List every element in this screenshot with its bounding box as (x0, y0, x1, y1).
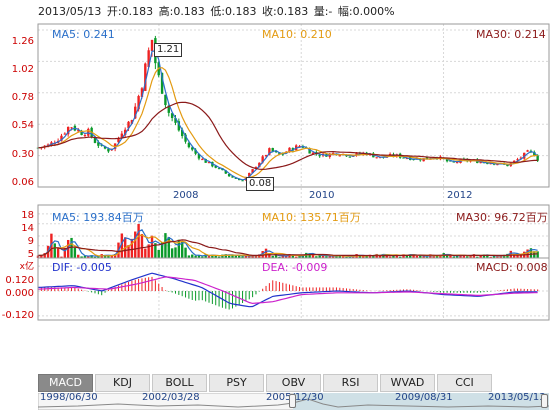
navigator-right-handle[interactable] (541, 394, 548, 408)
volume-bar (167, 237, 170, 258)
macd-value-label: MACD: 0.008 (476, 261, 548, 274)
candle-body (87, 128, 90, 136)
candle-body (526, 150, 529, 152)
macd-y-tick: -0.120 (1, 310, 34, 321)
macd-dif-label: DIF: -0.005 (52, 261, 112, 274)
volume-bar (53, 243, 56, 258)
navigator-date: 2013/05/13 (488, 392, 546, 403)
volume-bar (157, 249, 160, 258)
tab-macd[interactable]: MACD (38, 374, 93, 392)
volume-y-tick: 14 (21, 223, 34, 234)
macd-y-tick: 0.120 (5, 275, 34, 286)
macd-dea-line (37, 276, 538, 305)
price-ma5-label: MA5: 0.241 (52, 28, 115, 41)
volume-ma30-line (37, 239, 538, 257)
price-y-tick: 1.26 (11, 36, 34, 47)
candle-body (70, 127, 73, 129)
price-x-tick: 2010 (309, 190, 335, 201)
tab-obv[interactable]: OBV (266, 374, 321, 392)
macd-lines (37, 272, 538, 308)
volume-ma5-line (37, 229, 538, 258)
price-ma30-label: MA30: 0.214 (476, 28, 546, 41)
price-moving-averages (37, 50, 539, 181)
price-ma10-label: MA10: 0.210 (262, 28, 332, 41)
navigator-date: 2002/03/28 (142, 392, 200, 403)
indicator-tabs: MACD KDJ BOLL PSY OBV RSI WVAD CCI (38, 374, 494, 392)
candle-body (63, 133, 67, 135)
volume-ma10-label: MA10: 135.71百万 (262, 211, 361, 224)
time-range-navigator[interactable]: 1998/06/30 2002/03/28 2005/12/30 2009/08… (38, 392, 549, 410)
price-x-tick: 2008 (173, 190, 199, 201)
volume-bar (184, 247, 187, 258)
candle-body (241, 180, 244, 182)
volume-y-tick: 9 (27, 236, 34, 247)
macd-dif-line (37, 272, 538, 308)
price-y-tick: 0.54 (11, 120, 34, 131)
volume-bar (164, 233, 167, 258)
candle-body (83, 135, 87, 137)
low-price-marker: 0.08 (246, 177, 275, 191)
navigator-date: 2009/08/31 (395, 392, 453, 403)
price-y-tick: 0.30 (11, 149, 34, 160)
volume-bars (36, 223, 539, 258)
chart-canvas[interactable] (0, 0, 559, 410)
volume-bar (56, 247, 60, 258)
tab-kdj[interactable]: KDJ (95, 374, 150, 392)
volume-bar (73, 247, 77, 258)
volume-bar (170, 248, 174, 258)
volume-bar (140, 233, 144, 258)
candle-body (201, 159, 204, 161)
volume-unit-label: x亿 (19, 262, 34, 272)
volume-moving-averages (37, 229, 538, 258)
volume-bar (174, 247, 177, 258)
volume-bar (191, 254, 194, 258)
macd-histogram (37, 276, 539, 310)
volume-ma30-label: MA30: 96.72百万 (456, 211, 548, 224)
navigator-date: 1998/06/30 (40, 392, 98, 403)
price-x-tick: 2012 (447, 190, 473, 201)
tab-cci[interactable]: CCI (437, 374, 492, 392)
volume-bar (70, 237, 73, 258)
candle-body (150, 39, 154, 52)
volume-y-tick: 18 (21, 210, 34, 221)
candle-body (318, 155, 321, 157)
candle-body (348, 156, 352, 158)
volume-bar (130, 238, 134, 258)
volume-bar (150, 235, 154, 258)
high-price-marker: 1.21 (154, 43, 183, 57)
volume-bar (137, 223, 140, 258)
macd-dea-label: DEA: -0.009 (262, 261, 328, 274)
price-y-tick: 0.78 (11, 92, 34, 103)
candle-body (402, 157, 405, 159)
tab-rsi[interactable]: RSI (323, 374, 378, 392)
candle-body (375, 157, 378, 159)
tab-wvad[interactable]: WVAD (380, 374, 435, 392)
grid-layer (38, 24, 549, 320)
macd-y-tick: 0.000 (5, 288, 34, 299)
price-y-tick: 1.02 (11, 64, 34, 75)
volume-bar (144, 248, 147, 258)
candle-body (338, 155, 341, 157)
tab-boll[interactable]: BOLL (152, 374, 207, 392)
volume-ma5-label: MA5: 193.84百万 (52, 211, 144, 224)
navigator-left-handle[interactable] (289, 394, 296, 408)
panel-frames (37, 23, 550, 321)
price-y-tick: 0.06 (11, 177, 34, 188)
tab-psy[interactable]: PSY (209, 374, 264, 392)
price-ma30-line (37, 101, 538, 171)
